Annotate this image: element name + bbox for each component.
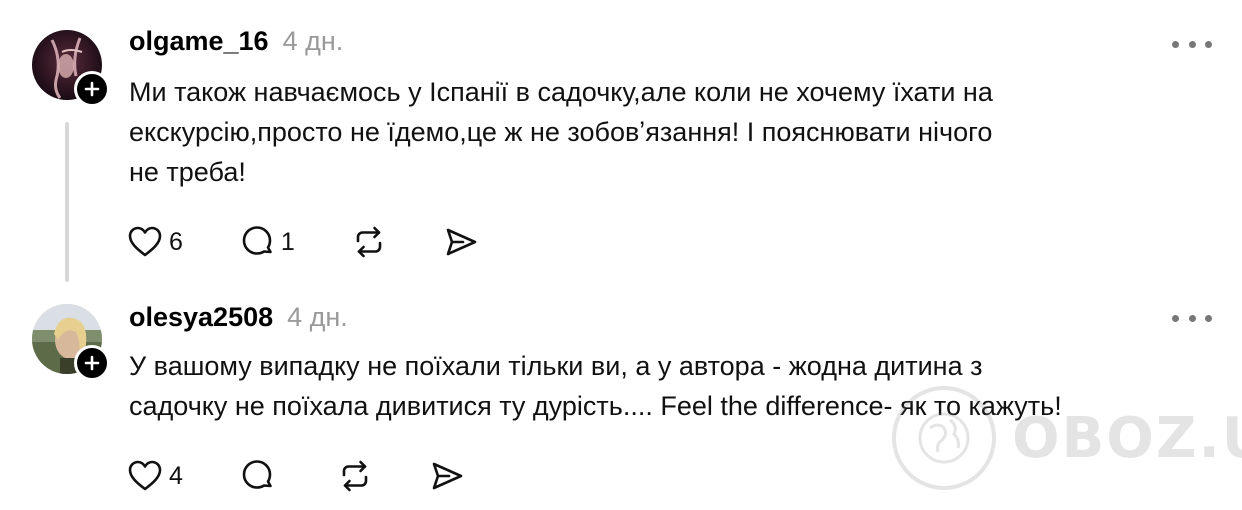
share-button[interactable]: [443, 224, 479, 260]
more-options-button[interactable]: [1172, 306, 1212, 330]
like-button[interactable]: 6: [127, 224, 183, 260]
heart-icon: [128, 460, 162, 491]
comment-header: olgame_16 4 дн.: [129, 26, 343, 57]
comment-text: У вашому випадку не поїхали тільки ви, а…: [129, 346, 1209, 426]
more-options-button[interactable]: [1172, 32, 1212, 56]
username[interactable]: olgame_16: [129, 26, 269, 57]
share-icon: [446, 228, 477, 256]
comment-text-line: садочку не поїхала дивитися ту дурість..…: [129, 391, 1062, 421]
timestamp: 4 дн.: [287, 302, 348, 332]
timestamp: 4 дн.: [282, 26, 344, 56]
comment-header: olesya2508 4 дн.: [129, 302, 348, 333]
heart-icon: [128, 226, 162, 257]
repost-icon: [342, 460, 368, 492]
repost-button[interactable]: [337, 458, 373, 494]
comment-post: olesya2508 4 дн. У вашому випадку не пої…: [0, 290, 1242, 510]
like-count: 4: [169, 461, 183, 490]
comment-post: olgame_16 4 дн. Ми також навчаємось у Іс…: [0, 0, 1242, 290]
like-button[interactable]: 4: [127, 458, 183, 494]
thread-line: [65, 122, 69, 282]
follow-button[interactable]: [74, 345, 110, 381]
repost-icon: [356, 226, 382, 258]
reply-button[interactable]: [239, 458, 281, 494]
share-button[interactable]: [429, 458, 465, 494]
comment-text-line: У вашому випадку не поїхали тільки ви, а…: [129, 351, 983, 381]
comment-text-line: екскурсію,просто не їдемо,це ж не зобовʼ…: [129, 117, 993, 147]
follow-button[interactable]: [74, 71, 110, 107]
comment-text: Ми також навчаємось у Іспанії в садочку,…: [129, 72, 1209, 192]
plus-icon: [84, 355, 100, 371]
comment-icon: [242, 460, 272, 489]
reply-count: 1: [280, 227, 295, 256]
more-icon: [1172, 40, 1179, 48]
comment-text-line: не треба!: [129, 157, 246, 187]
reply-button[interactable]: 1: [239, 224, 295, 260]
plus-icon: [84, 81, 100, 97]
username[interactable]: olesya2508: [129, 302, 273, 333]
action-bar: 4: [127, 456, 521, 496]
like-count: 6: [169, 227, 183, 256]
action-bar: 6 1: [127, 222, 535, 262]
repost-button[interactable]: [351, 224, 387, 260]
comment-text-line: Ми також навчаємось у Іспанії в садочку,…: [129, 77, 993, 107]
comment-icon: [242, 226, 272, 255]
share-icon: [432, 462, 463, 490]
more-icon: [1172, 314, 1179, 322]
